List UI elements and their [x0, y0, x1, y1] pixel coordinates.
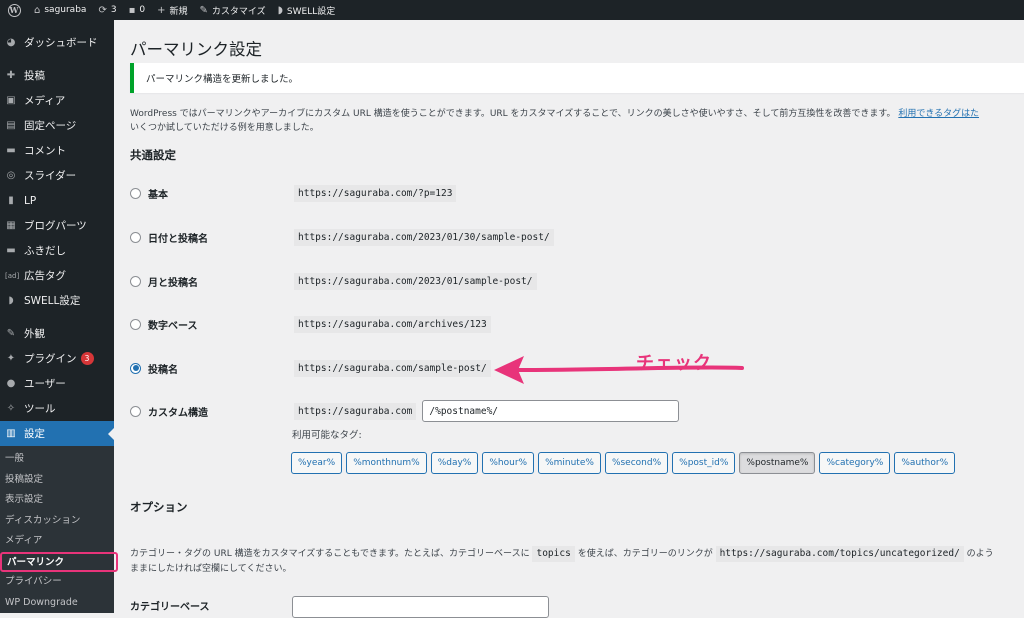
tag-category-button[interactable]: %category%: [819, 452, 891, 474]
menu-pages[interactable]: ▤ 固定ページ: [0, 113, 114, 138]
refresh-icon: ⟳: [98, 4, 107, 16]
tag-buttons: %year% %monthnum% %day% %hour% %minute% …: [291, 452, 956, 474]
plus-icon: +: [157, 4, 166, 16]
brush-icon: ✎: [6, 328, 16, 339]
tag-day-button[interactable]: %day%: [430, 452, 479, 474]
tag-post-id-button[interactable]: %post_id%: [672, 452, 736, 474]
menu-posts[interactable]: ✚ 投稿: [0, 63, 114, 88]
submenu-media[interactable]: メディア: [0, 531, 114, 552]
example-url: https://saguraba.com/archives/123: [294, 315, 491, 333]
example-url: https://saguraba.com/sample-post/: [294, 359, 491, 377]
customize-link[interactable]: ✎ カスタマイズ: [193, 0, 271, 20]
slider-icon: ◎: [6, 170, 16, 181]
example-url: https://saguraba.com/?p=123: [294, 184, 457, 202]
updates-link[interactable]: ⟳ 3: [92, 0, 122, 20]
tag-year-button[interactable]: %year%: [291, 452, 343, 474]
common-settings-heading: 共通設定: [130, 148, 176, 162]
site-name-link[interactable]: ⌂ saguraba: [28, 0, 92, 20]
page-title: パーマリンク設定: [130, 40, 262, 59]
main-content: パーマリンク設定 パーマリンク構造を更新しました。 WordPress ではパー…: [114, 20, 1024, 618]
lp-icon: ▮: [8, 195, 14, 206]
tag-hour-button[interactable]: %hour%: [482, 452, 535, 474]
menu-users[interactable]: ● ユーザー: [0, 371, 114, 396]
menu-dashboard[interactable]: ◕ ダッシュボード: [0, 30, 114, 55]
radio-post-name[interactable]: [130, 362, 141, 374]
option-day-name: 日付と投稿名 https://saguraba.com/2023/01/30/s…: [130, 227, 1024, 247]
tag-author-button[interactable]: %author%: [894, 452, 956, 474]
wordpress-logo-icon[interactable]: W: [0, 0, 28, 20]
example-url: https://saguraba.com/2023/01/sample-post…: [294, 272, 537, 290]
success-notice: パーマリンク構造を更新しました。: [130, 63, 1024, 93]
tag-second-button[interactable]: %second%: [604, 452, 669, 474]
radio-day-name[interactable]: [130, 231, 141, 243]
swell-icon: ◗: [8, 295, 14, 306]
comments-link[interactable]: ▪ 0: [123, 0, 152, 20]
menu-slider[interactable]: ◎ スライダー: [0, 163, 114, 188]
menu-balloon[interactable]: ▬ ふきだし: [0, 238, 114, 263]
submenu-writing[interactable]: 投稿設定: [0, 470, 114, 491]
option-month-name: 月と投稿名 https://saguraba.com/2023/01/sampl…: [130, 271, 1024, 291]
menu-appearance[interactable]: ✎ 外観: [0, 321, 114, 346]
category-base-label: カテゴリーベース: [130, 602, 210, 613]
home-icon: ⌂: [34, 4, 41, 16]
menu-blog-parts[interactable]: ▦ ブログパーツ: [0, 213, 114, 238]
radio-custom[interactable]: [130, 405, 141, 417]
menu-plugins[interactable]: ✦ プラグイン 3: [0, 346, 114, 371]
ad-icon: [ad]: [5, 271, 20, 280]
comment-bubble-icon: ▪: [128, 4, 136, 16]
submenu-privacy[interactable]: プライバシー: [0, 572, 114, 593]
admin-bar: W ⌂ saguraba ⟳ 3 ▪ 0 + 新規 ✎ カスタマイズ ◗ SWE…: [0, 0, 1024, 20]
new-content-link[interactable]: + 新規: [151, 0, 193, 20]
menu-ad-tag[interactable]: [ad] 広告タグ: [0, 263, 114, 288]
available-tags-label: 利用可能なタグ:: [292, 430, 362, 441]
option-plain: 基本 https://saguraba.com/?p=123: [130, 183, 1024, 203]
tag-minute-button[interactable]: %minute%: [538, 452, 601, 474]
radio-numeric[interactable]: [130, 318, 141, 330]
tag-monthnum-button[interactable]: %monthnum%: [346, 452, 427, 474]
custom-base-url: https://saguraba.com: [294, 402, 417, 420]
dashboard-icon: ◕: [6, 37, 16, 48]
settings-submenu: 一般 投稿設定 表示設定 ディスカッション メディア パーマリンク プライバシー…: [0, 446, 118, 614]
radio-plain[interactable]: [130, 187, 141, 199]
submenu-permalink[interactable]: パーマリンク: [0, 551, 118, 572]
menu-comments[interactable]: ▬ コメント: [0, 138, 114, 163]
tag-postname-button[interactable]: %postname%: [739, 452, 816, 474]
menu-lp[interactable]: ▮ LP: [0, 188, 114, 213]
submenu-discussion[interactable]: ディスカッション: [0, 511, 114, 532]
option-numeric: 数字ベース https://saguraba.com/archives/123: [130, 314, 1024, 334]
pin-icon: ✚: [6, 70, 16, 81]
submenu-general[interactable]: 一般: [0, 449, 114, 470]
menu-tools[interactable]: ✧ ツール: [0, 396, 114, 421]
category-base-input[interactable]: [292, 596, 549, 618]
balloon-icon: ▬: [6, 245, 16, 256]
options-description: カテゴリー・タグの URL 構造をカスタマイズすることもできます。たとえば、カテ…: [130, 546, 1024, 577]
radio-month-name[interactable]: [130, 275, 141, 287]
brush-icon: ✎: [199, 4, 208, 16]
comment-icon: ▬: [6, 145, 16, 156]
submenu-reading[interactable]: 表示設定: [0, 490, 114, 511]
page-icon: ▤: [6, 120, 16, 131]
swell-icon: ◗: [277, 4, 283, 16]
available-tags-link[interactable]: 利用できるタグはた: [898, 109, 979, 119]
intro-text: WordPress ではパーマリンクやアーカイブにカスタム URL 構造を使うこ…: [130, 109, 979, 133]
options-heading: オプション: [130, 500, 188, 514]
example-url: https://saguraba.com/2023/01/30/sample-p…: [294, 228, 554, 246]
custom-structure-input[interactable]: /%postname%/: [422, 400, 680, 422]
user-icon: ●: [6, 378, 16, 389]
notice-text: パーマリンク構造を更新しました。: [146, 74, 299, 85]
option-custom: カスタム構造 https://saguraba.com /%postname%/: [130, 400, 1024, 422]
swell-settings-link[interactable]: ◗ SWELL設定: [272, 0, 342, 20]
annotation-label: チェック: [636, 353, 712, 374]
settings-icon: ▥: [6, 428, 16, 439]
plugin-icon: ✦: [6, 353, 16, 364]
submenu-wp-downgrade[interactable]: WP Downgrade: [0, 593, 114, 614]
menu-swell-settings[interactable]: ◗ SWELL設定: [0, 288, 114, 313]
wrench-icon: ✧: [6, 403, 16, 414]
menu-settings[interactable]: ▥ 設定: [0, 421, 114, 446]
menu-media[interactable]: ▣ メディア: [0, 88, 114, 113]
plugin-update-badge: 3: [80, 352, 94, 365]
blog-parts-icon: ▦: [6, 220, 16, 231]
media-icon: ▣: [6, 95, 16, 106]
admin-sidebar: ◕ ダッシュボード ✚ 投稿 ▣ メディア ▤ 固定ページ ▬ コメント ◎ ス…: [0, 20, 118, 614]
